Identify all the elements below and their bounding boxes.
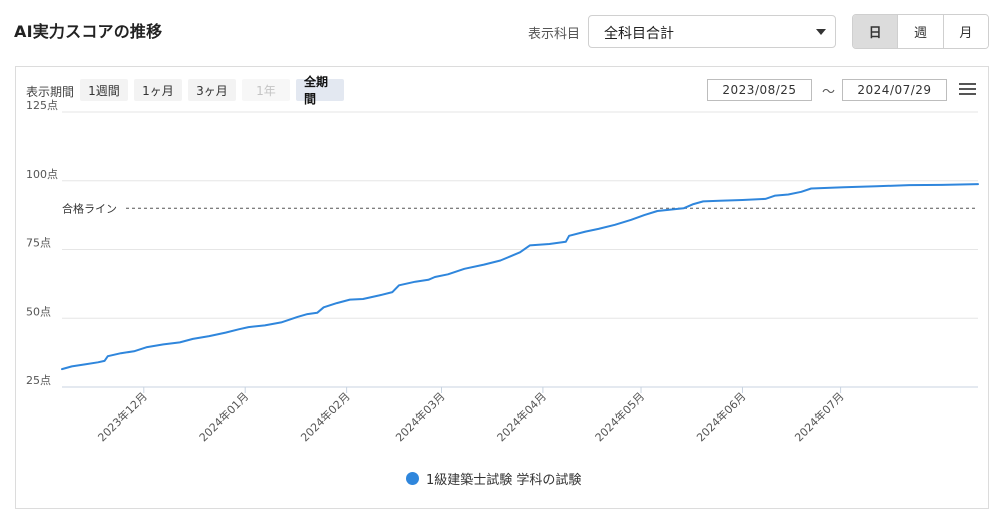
granularity-week-button[interactable]: 週 xyxy=(897,15,943,48)
series-line xyxy=(61,183,979,371)
y-tick-label: 100点 xyxy=(26,168,58,181)
page-title: AI実力スコアの推移 xyxy=(14,22,163,41)
y-tick-label: 25点 xyxy=(26,374,51,387)
subject-select[interactable]: 全科目合計 xyxy=(588,15,836,48)
y-tick-label: 50点 xyxy=(26,305,51,318)
chevron-down-icon xyxy=(816,29,826,35)
y-tick-label: 75点 xyxy=(26,237,51,250)
x-tick-label: 2024年04月 xyxy=(494,389,549,444)
granularity-day-button[interactable]: 日 xyxy=(853,15,898,48)
legend-label: 1級建築士試験 学科の試験 xyxy=(426,473,582,488)
x-tick-label: 2024年01月 xyxy=(196,389,251,444)
x-tick-label: 2024年03月 xyxy=(392,389,447,444)
granularity-month-button[interactable]: 月 xyxy=(942,15,988,48)
x-tick-label: 2024年05月 xyxy=(592,389,647,444)
subject-label: 表示科目 xyxy=(528,27,581,42)
subject-select-value: 全科目合計 xyxy=(604,26,674,42)
x-tick-label: 2023年12月 xyxy=(95,389,150,444)
x-tick-label: 2024年06月 xyxy=(693,389,748,444)
line-chart: 25点 50点 75点 100点 125点 2023年12月 2024年01月 2024年02… xyxy=(26,99,979,444)
legend-item[interactable]: 1級建築士試験 学科の試験 xyxy=(406,469,581,488)
x-tick-label: 2024年02月 xyxy=(298,389,353,444)
chart-panel: 表示期間 1週間 1ヶ月 3ヶ月 1年 全期間 2023/08/25 ～ 202… xyxy=(15,66,989,509)
y-tick-label: 125点 xyxy=(26,99,58,112)
x-tick-label: 2024年07月 xyxy=(792,389,847,444)
pass-line-label: 合格ライン xyxy=(62,201,117,215)
granularity-toggle: 日 週 月 xyxy=(852,14,989,49)
legend-marker xyxy=(406,472,419,485)
